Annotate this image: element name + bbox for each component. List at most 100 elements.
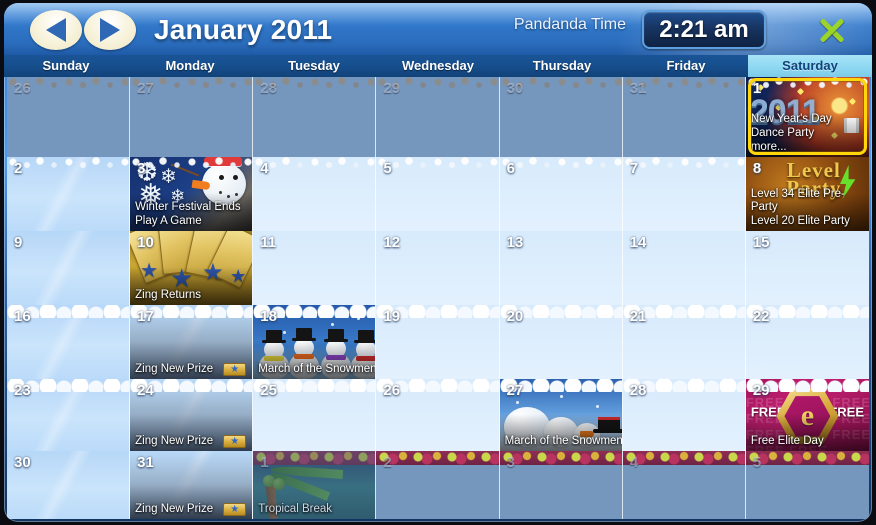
day-cell[interactable]: FREE FREE FREE FREE FREE FREE FREE FREE FR… bbox=[745, 379, 869, 451]
day-number: 27 bbox=[137, 80, 154, 97]
day-cell[interactable]: ★ ★ ★ ★ Zing Returns 10 bbox=[130, 231, 254, 305]
snowman-hat-brim bbox=[592, 429, 622, 433]
day-cell[interactable]: 2 bbox=[376, 451, 500, 519]
weekday-saturday: Saturday bbox=[748, 55, 872, 77]
day-cell[interactable]: 13 bbox=[499, 231, 623, 305]
day-cell[interactable]: 5 bbox=[745, 451, 869, 519]
day-number: 28 bbox=[260, 80, 277, 97]
day-cell[interactable]: 26 bbox=[376, 379, 500, 451]
day-cell[interactable]: 16 bbox=[7, 305, 131, 379]
day-cell[interactable]: 5 bbox=[376, 157, 500, 231]
close-icon[interactable] bbox=[814, 13, 848, 47]
day-cell[interactable]: 26 bbox=[7, 77, 131, 157]
weekday-friday: Friday bbox=[666, 58, 706, 73]
weekday-thursday: Thursday bbox=[532, 58, 592, 73]
event-thumbnail-new-years-day[interactable]: 2011 New Year's Day Dance Party more... bbox=[745, 77, 869, 157]
row-garland bbox=[622, 157, 745, 170]
day-cell[interactable]: 21 bbox=[622, 305, 746, 379]
day-cell[interactable]: Tropical Break 1 bbox=[253, 451, 377, 519]
clock-value: 2:21 am bbox=[659, 15, 749, 43]
day-cell[interactable]: 20 bbox=[499, 305, 623, 379]
calendar-app: January 2011 Pandanda Time 2:21 am Sunda… bbox=[0, 0, 876, 525]
zing-ticket-icon: ★ bbox=[223, 363, 247, 376]
day-cell[interactable]: 27 bbox=[130, 77, 254, 157]
row-garland bbox=[376, 157, 499, 170]
snowman-hat bbox=[266, 330, 283, 341]
day-number: 2 bbox=[14, 160, 23, 177]
event-labels: New Year's Day Dance Party more... bbox=[746, 111, 869, 157]
day-number: 5 bbox=[383, 160, 392, 177]
day-cell[interactable]: Zing New Prize ★ 24 bbox=[130, 379, 254, 451]
day-number: 28 bbox=[629, 382, 647, 399]
day-cell[interactable]: 30 bbox=[7, 451, 131, 519]
event-label: March of the Snowmen En bbox=[504, 434, 622, 447]
event-label: Level 20 Elite Party bbox=[750, 214, 850, 227]
day-cell[interactable]: March of the Snowmen 18 bbox=[253, 305, 377, 379]
day-cell[interactable]: 4 bbox=[622, 451, 746, 519]
day-cell[interactable]: 2 bbox=[7, 157, 131, 231]
weekday-sunday: Sunday bbox=[42, 58, 90, 73]
day-number: 6 bbox=[506, 160, 515, 177]
day-number: 22 bbox=[752, 308, 770, 325]
event-thumbnail-level-party[interactable]: Level Party Level 34 Elite Pre-Party Lev… bbox=[745, 157, 869, 231]
row-garland bbox=[622, 451, 745, 465]
calendar-grid: 26 27 28 29 30 31 2011 New Year's Day Da… bbox=[7, 77, 869, 519]
row-garland bbox=[253, 157, 376, 170]
day-cell[interactable]: 19 bbox=[376, 305, 500, 379]
day-cell[interactable]: 29 bbox=[376, 77, 500, 157]
day-cell[interactable]: 3 bbox=[499, 451, 623, 519]
month-nav-group bbox=[30, 10, 140, 50]
event-label: Play A Game bbox=[135, 214, 202, 227]
day-cell[interactable]: 22 bbox=[745, 305, 869, 379]
day-cell[interactable]: 31 bbox=[622, 77, 746, 157]
cell-sheen bbox=[7, 157, 130, 231]
weekday-monday: Monday bbox=[165, 58, 215, 73]
day-cell[interactable]: Zing New Prize ★ 17 bbox=[130, 305, 254, 379]
day-number: 14 bbox=[629, 234, 647, 251]
day-number: 16 bbox=[14, 308, 31, 325]
day-number: 17 bbox=[137, 308, 154, 325]
day-cell[interactable]: 30 bbox=[499, 77, 623, 157]
day-number: 15 bbox=[752, 234, 770, 251]
day-number: 25 bbox=[260, 382, 277, 399]
day-cell[interactable]: 4 bbox=[253, 157, 377, 231]
event-thumbnail-tropical-break[interactable]: Tropical Break bbox=[253, 451, 376, 519]
day-cell-today[interactable]: 2011 New Year's Day Dance Party more... … bbox=[745, 77, 869, 157]
day-number: 30 bbox=[14, 454, 31, 471]
day-cell[interactable]: 7 bbox=[622, 157, 746, 231]
day-cell[interactable]: 6 bbox=[499, 157, 623, 231]
day-number: 3 bbox=[506, 454, 515, 471]
day-cell[interactable]: Level Party Level 34 Elite Pre-Party Lev… bbox=[745, 157, 869, 231]
day-cell[interactable]: ❆ ❄ ❅ ❄ Winter Festival Ends Play A Game… bbox=[130, 157, 254, 231]
hat-band bbox=[597, 417, 620, 420]
day-cell[interactable]: 12 bbox=[376, 231, 500, 305]
day-number: 11 bbox=[260, 234, 277, 251]
snowman-nose bbox=[191, 179, 211, 191]
day-cell[interactable]: 15 bbox=[745, 231, 869, 305]
day-cell[interactable]: 28 bbox=[253, 77, 377, 157]
day-cell[interactable]: 9 bbox=[7, 231, 131, 305]
day-number: 31 bbox=[629, 80, 647, 97]
calendar-window: January 2011 Pandanda Time 2:21 am Sunda… bbox=[4, 3, 872, 522]
day-cell[interactable]: 28 bbox=[622, 379, 746, 451]
chevron-right-icon bbox=[100, 18, 120, 42]
weekday-tuesday: Tuesday bbox=[288, 58, 340, 73]
event-thumbnail-winter-festival[interactable]: ❆ ❄ ❅ ❄ Winter Festival Ends Play A Game bbox=[130, 157, 253, 231]
day-cell[interactable]: Zing New Prize ★ 31 bbox=[130, 451, 254, 519]
day-number: 26 bbox=[14, 80, 31, 97]
next-month-button[interactable] bbox=[84, 10, 136, 50]
day-cell[interactable]: March of the Snowmen En 27 bbox=[499, 379, 623, 451]
day-cell[interactable]: 23 bbox=[7, 379, 131, 451]
day-cell[interactable]: 11 bbox=[253, 231, 377, 305]
snowman-hat bbox=[328, 329, 345, 340]
zing-ticket-icon: ★ bbox=[223, 435, 247, 448]
day-number: 9 bbox=[14, 234, 23, 251]
snowman-scarf bbox=[356, 356, 376, 361]
day-number: 13 bbox=[506, 234, 524, 251]
title-bar: January 2011 Pandanda Time 2:21 am bbox=[4, 3, 872, 55]
event-label: more... bbox=[750, 141, 787, 153]
prev-month-button[interactable] bbox=[30, 10, 82, 50]
day-cell[interactable]: 25 bbox=[253, 379, 377, 451]
day-cell[interactable]: 14 bbox=[622, 231, 746, 305]
event-label: Level 34 Elite Pre-Party bbox=[750, 187, 845, 214]
